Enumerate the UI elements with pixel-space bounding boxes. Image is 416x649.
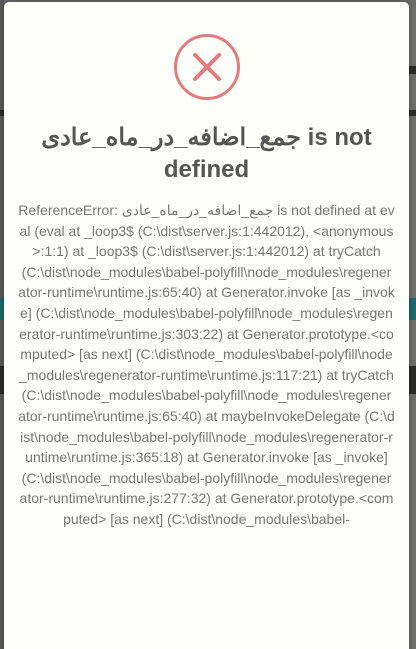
error-dialog: جمع_اضافه_در_ماه_عادی is not defined Ref…	[4, 2, 409, 649]
background-right-bar	[409, 366, 416, 394]
background-right-bar	[409, 66, 416, 74]
close-icon	[192, 53, 221, 81]
error-icon	[173, 34, 240, 100]
background-right-edge	[409, 0, 416, 649]
background-right-accent	[409, 298, 416, 320]
dialog-message: ReferenceError: جمع_اضافه_در_ماه_عادی is…	[18, 202, 395, 527]
background-right-bar	[409, 110, 416, 116]
dialog-title: جمع_اضافه_در_ماه_عادی is not defined	[41, 124, 372, 183]
